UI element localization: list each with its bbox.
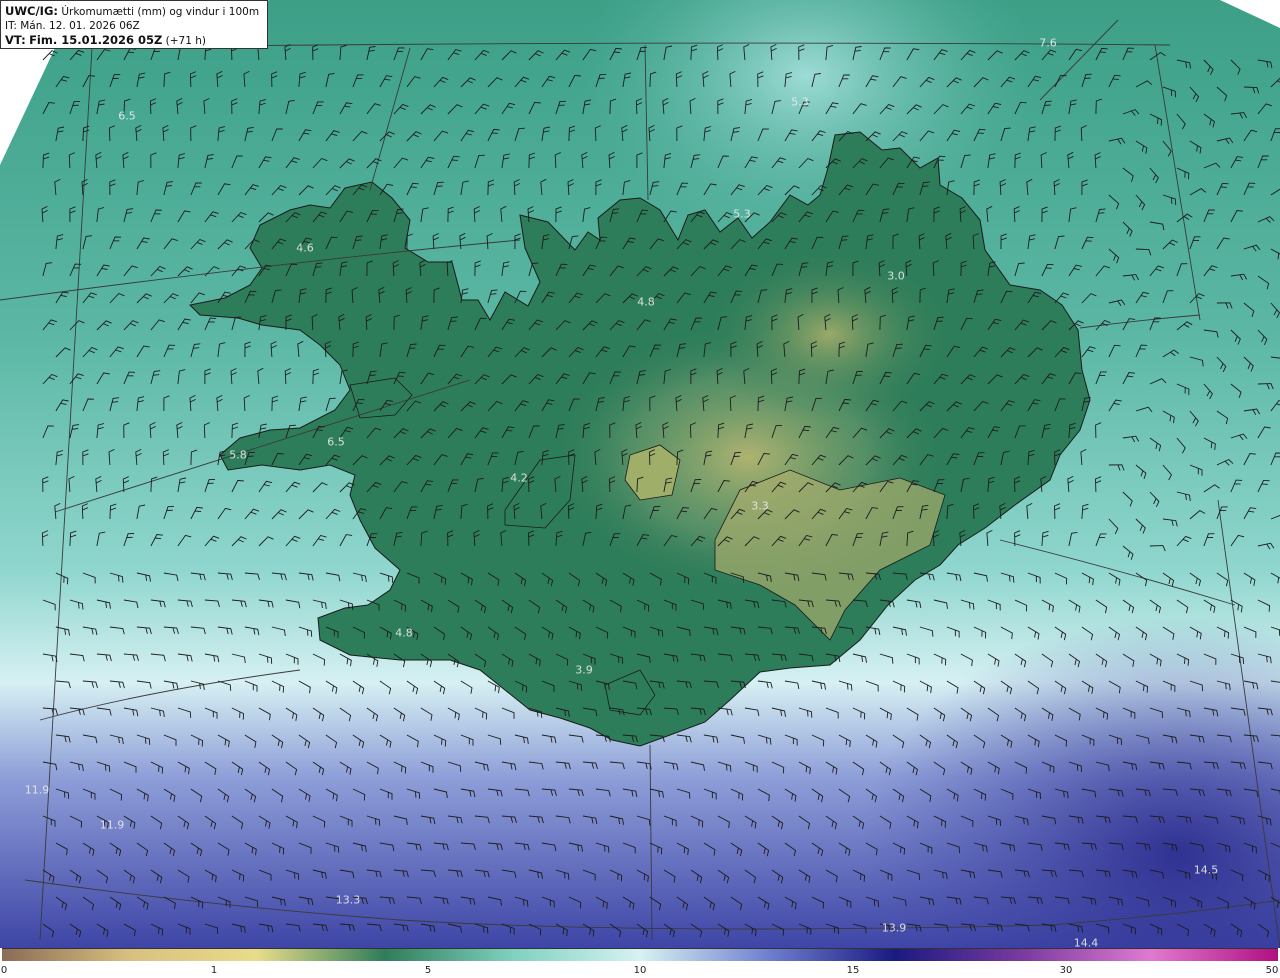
value-label: 4.6 <box>296 241 314 255</box>
value-label: 11.9 <box>24 783 50 797</box>
value-label: 5.3 <box>791 95 809 109</box>
product-code: UWC/IG: <box>5 4 58 18</box>
product-description: Úrkomumætti (mm) og vindur i 100m hæð <box>61 6 263 18</box>
colorbar-tick: 10 <box>633 965 647 976</box>
value-label: 6.5 <box>118 109 136 123</box>
lead-time: (+71 h) <box>165 35 207 47</box>
value-label: 3.3 <box>751 499 769 513</box>
colorbar-tick: 15 <box>846 965 860 976</box>
precipitation-map <box>0 0 1280 948</box>
info-line-valid-time: VT: Fim. 15.01.2026 05Z (+71 h) <box>5 33 263 48</box>
value-label: 13.3 <box>335 893 361 907</box>
colorbar-strip <box>2 948 1278 961</box>
value-label: 14.5 <box>1193 863 1219 877</box>
valid-time: Fim. 15.01.2026 05Z <box>29 33 163 47</box>
value-label: 5.3 <box>733 207 751 221</box>
value-label: 7.6 <box>1039 36 1057 50</box>
value-label: 14.4 <box>1073 936 1099 949</box>
colorbar-tick: 5 <box>424 965 432 976</box>
value-label: 4.8 <box>395 626 413 640</box>
map-area[interactable]: 7.6 6.5 5.3 5.3 4.6 3.0 4.8 5.8 6.5 4.2 3.3 4.8 3.9 1… <box>0 0 1280 948</box>
valid-time-label: VT: <box>5 33 26 47</box>
value-label: 4.8 <box>637 295 655 309</box>
info-line-product: UWC/IG: Úrkomumætti (mm) og vindur i 100… <box>5 4 263 19</box>
value-label: 6.5 <box>327 435 345 449</box>
value-label: 13.9 <box>881 921 907 935</box>
colorbar: 0 1 5 10 15 30 50 <box>0 948 1280 978</box>
colorbar-tick: 50 <box>1265 965 1279 976</box>
value-label: 11.9 <box>99 818 125 832</box>
value-label: 3.0 <box>887 269 905 283</box>
value-label: 3.9 <box>575 663 593 677</box>
info-box: UWC/IG: Úrkomumætti (mm) og vindur i 100… <box>0 0 268 49</box>
colorbar-tick: 0 <box>0 965 8 976</box>
colorbar-tick: 1 <box>210 965 218 976</box>
colorbar-tick: 30 <box>1059 965 1073 976</box>
initial-time: IT: Mán. 12. 01. 2026 06Z <box>5 20 140 32</box>
value-label: 4.2 <box>510 471 528 485</box>
value-label: 5.8 <box>229 448 247 462</box>
